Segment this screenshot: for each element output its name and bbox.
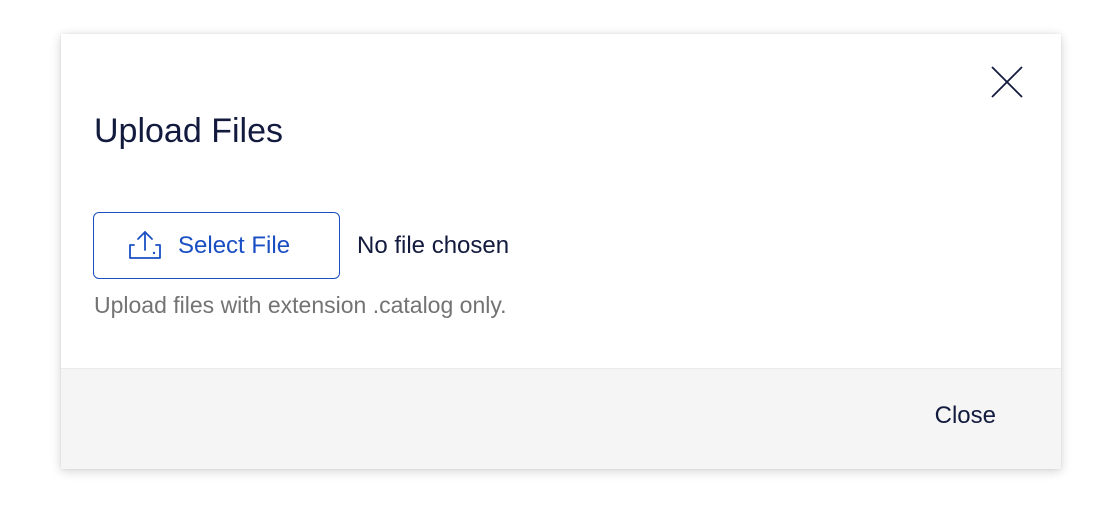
file-status-text: No file chosen <box>357 231 510 259</box>
dialog-footer: Close <box>61 368 1061 469</box>
select-file-label: Select File <box>178 231 291 259</box>
dialog-title: Upload Files <box>94 112 283 150</box>
file-picker: Select File No file chosen <box>93 212 509 279</box>
upload-hint: Upload files with extension .catalog onl… <box>94 292 507 318</box>
close-icon[interactable] <box>989 64 1025 100</box>
select-file-button[interactable]: Select File <box>93 212 340 279</box>
close-button[interactable]: Close <box>935 402 996 430</box>
upload-files-dialog: Upload Files Select File No file chosen … <box>61 34 1061 469</box>
upload-icon <box>128 228 162 264</box>
